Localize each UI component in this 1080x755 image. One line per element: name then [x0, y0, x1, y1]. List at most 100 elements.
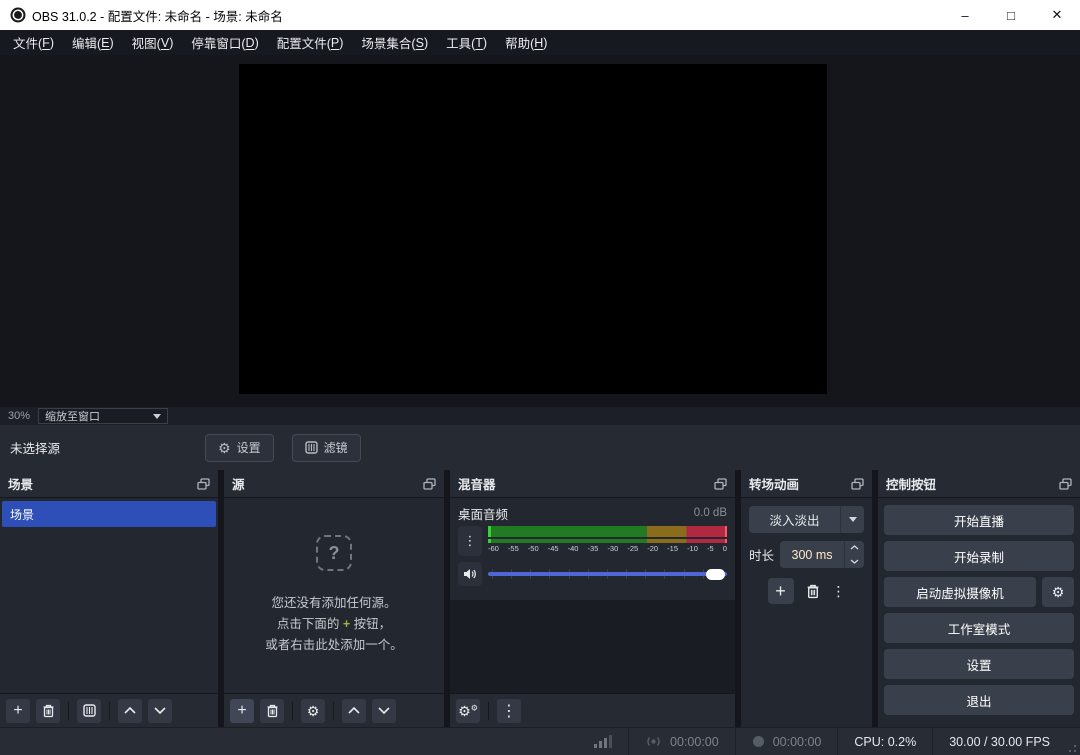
exit-button[interactable]: 退出 — [884, 685, 1074, 715]
preview-area — [0, 55, 1080, 407]
popout-icon[interactable] — [197, 478, 210, 490]
add-source-button[interactable]: + — [230, 699, 254, 723]
remove-source-button[interactable] — [260, 699, 284, 723]
close-button[interactable]: ✕ — [1034, 0, 1080, 30]
chevron-up-icon — [850, 545, 859, 550]
question-mark-icon: ? — [316, 535, 352, 571]
no-source-label: 未选择源 — [10, 438, 205, 457]
source-up-button[interactable] — [342, 699, 366, 723]
kebab-icon: ⋮ — [832, 583, 846, 600]
trash-icon — [806, 584, 820, 599]
start-recording-button[interactable]: 开始录制 — [884, 541, 1074, 571]
scene-item[interactable]: 场景 — [2, 501, 216, 527]
channel-menu-button[interactable]: ⋮ — [458, 526, 482, 556]
chevron-down-icon — [153, 414, 161, 419]
transition-menu-button[interactable]: ⋮ — [832, 583, 846, 600]
kebab-icon: ⋮ — [501, 701, 517, 721]
mixer-title: 混音器 — [458, 474, 496, 493]
chevron-down-icon — [850, 559, 859, 564]
filters-button[interactable]: 滤镜 — [292, 434, 361, 462]
menu-tools[interactable]: 工具(T) — [437, 30, 496, 55]
properties-button[interactable]: ⚙ 设置 — [205, 434, 274, 462]
duration-spinner[interactable]: 300 ms — [780, 541, 864, 568]
add-transition-button[interactable]: + — [768, 578, 794, 604]
scene-list: 场景 — [0, 498, 218, 693]
advanced-audio-button[interactable]: ⚙⚙ — [456, 699, 480, 723]
mixer-channel: 桌面音频 0.0 dB ⋮ -60-55-50-45-40-35-30-25-2… — [450, 498, 735, 594]
menu-scene-collection[interactable]: 场景集合(S) — [352, 30, 437, 55]
zoom-mode-dropdown[interactable]: 缩放至窗口 — [38, 408, 168, 424]
filter-icon — [83, 704, 96, 717]
connection-status — [578, 735, 628, 748]
start-streaming-button[interactable]: 开始直播 — [884, 505, 1074, 535]
menu-view[interactable]: 视图(V) — [123, 30, 183, 55]
trash-icon — [266, 704, 279, 718]
remove-scene-button[interactable] — [36, 699, 60, 723]
maximize-button[interactable]: □ — [988, 0, 1034, 30]
sources-dock: 源 ? 您还没有添加任何源。 点击下面的 + 按钮， 或者右击此处添加一个。 +… — [224, 470, 444, 727]
controls-title: 控制按钮 — [886, 474, 936, 493]
menu-help[interactable]: 帮助(H) — [496, 30, 556, 55]
controls-dock: 控制按钮 开始直播 开始录制 启动虚拟摄像机 ⚙ 工作室模式 设置 退出 — [878, 470, 1080, 727]
chevron-down-icon — [154, 707, 166, 714]
empty-hint-line1: 您还没有添加任何源。 — [271, 593, 396, 614]
studio-mode-button[interactable]: 工作室模式 — [884, 613, 1074, 643]
cpu-usage: CPU: 0.2% — [838, 735, 932, 749]
mixer-menu-button[interactable]: ⋮ — [497, 699, 521, 723]
transitions-dock: 转场动画 淡入淡出 时长 300 ms + — [741, 470, 872, 727]
record-icon — [752, 735, 765, 748]
spin-up-button[interactable] — [845, 541, 864, 555]
minimize-button[interactable]: – — [942, 0, 988, 30]
spin-down-button[interactable] — [845, 555, 864, 569]
menu-edit[interactable]: 编辑(E) — [63, 30, 123, 55]
volume-meter-2 — [488, 539, 727, 543]
record-timer: 00:00:00 — [736, 735, 838, 749]
popout-icon[interactable] — [1059, 478, 1072, 490]
source-list[interactable]: ? 您还没有添加任何源。 点击下面的 + 按钮， 或者右击此处添加一个。 — [224, 498, 444, 693]
menu-docks[interactable]: 停靠窗口(D) — [182, 30, 267, 55]
scenes-title: 场景 — [8, 474, 33, 493]
broadcast-icon — [645, 735, 662, 748]
scenes-dock: 场景 场景 + — [0, 470, 218, 727]
menubar: 文件(F) 编辑(E) 视图(V) 停靠窗口(D) 配置文件(P) 场景集合(S… — [0, 30, 1080, 55]
preview-canvas[interactable] — [239, 64, 827, 394]
settings-button[interactable]: 设置 — [884, 649, 1074, 679]
scene-filters-button[interactable] — [77, 699, 101, 723]
source-context-bar: 未选择源 ⚙ 设置 滤镜 — [0, 425, 1080, 470]
resize-grip[interactable] — [1066, 728, 1080, 755]
chevron-down-icon — [849, 517, 857, 522]
transition-dropdown[interactable]: 淡入淡出 — [749, 506, 864, 533]
source-down-button[interactable] — [372, 699, 396, 723]
channel-level-db: 0.0 dB — [694, 507, 727, 519]
chevron-up-icon — [348, 707, 360, 714]
volume-slider-handle[interactable] — [706, 569, 725, 580]
virtual-camera-settings-button[interactable]: ⚙ — [1042, 577, 1074, 607]
gear-icon: ⚙ — [218, 441, 231, 455]
chevron-up-icon — [124, 707, 136, 714]
volume-slider[interactable] — [488, 566, 727, 582]
kebab-icon: ⋮ — [464, 533, 477, 549]
empty-hint-line3: 或者右击此处添加一个。 — [265, 635, 403, 656]
gear-icon: ⚙ — [1052, 585, 1065, 599]
volume-meter — [488, 526, 727, 537]
popout-icon[interactable] — [851, 478, 864, 490]
channel-name: 桌面音频 — [458, 504, 508, 523]
mute-button[interactable] — [458, 562, 482, 586]
add-scene-button[interactable]: + — [6, 699, 30, 723]
preview-zoom-bar: 30% 缩放至窗口 — [0, 407, 1080, 425]
meter-scale: -60-55-50-45-40-35-30-25-20-15-10-50 — [488, 544, 727, 553]
stream-timer: 00:00:00 — [629, 735, 735, 749]
start-virtual-camera-button[interactable]: 启动虚拟摄像机 — [884, 577, 1036, 607]
trash-icon — [42, 704, 55, 718]
menu-file[interactable]: 文件(F) — [4, 30, 63, 55]
menu-profile[interactable]: 配置文件(P) — [268, 30, 353, 55]
titlebar: OBS 31.0.2 - 配置文件: 未命名 - 场景: 未命名 – □ ✕ — [0, 0, 1080, 30]
source-properties-button[interactable]: ⚙ — [301, 699, 325, 723]
gear-icon: ⚙ — [307, 704, 320, 718]
statusbar: 00:00:00 00:00:00 CPU: 0.2% 30.00 / 30.0… — [0, 727, 1080, 755]
remove-transition-button[interactable] — [806, 584, 820, 599]
popout-icon[interactable] — [714, 478, 727, 490]
popout-icon[interactable] — [423, 478, 436, 490]
scene-down-button[interactable] — [148, 699, 172, 723]
scene-up-button[interactable] — [118, 699, 142, 723]
